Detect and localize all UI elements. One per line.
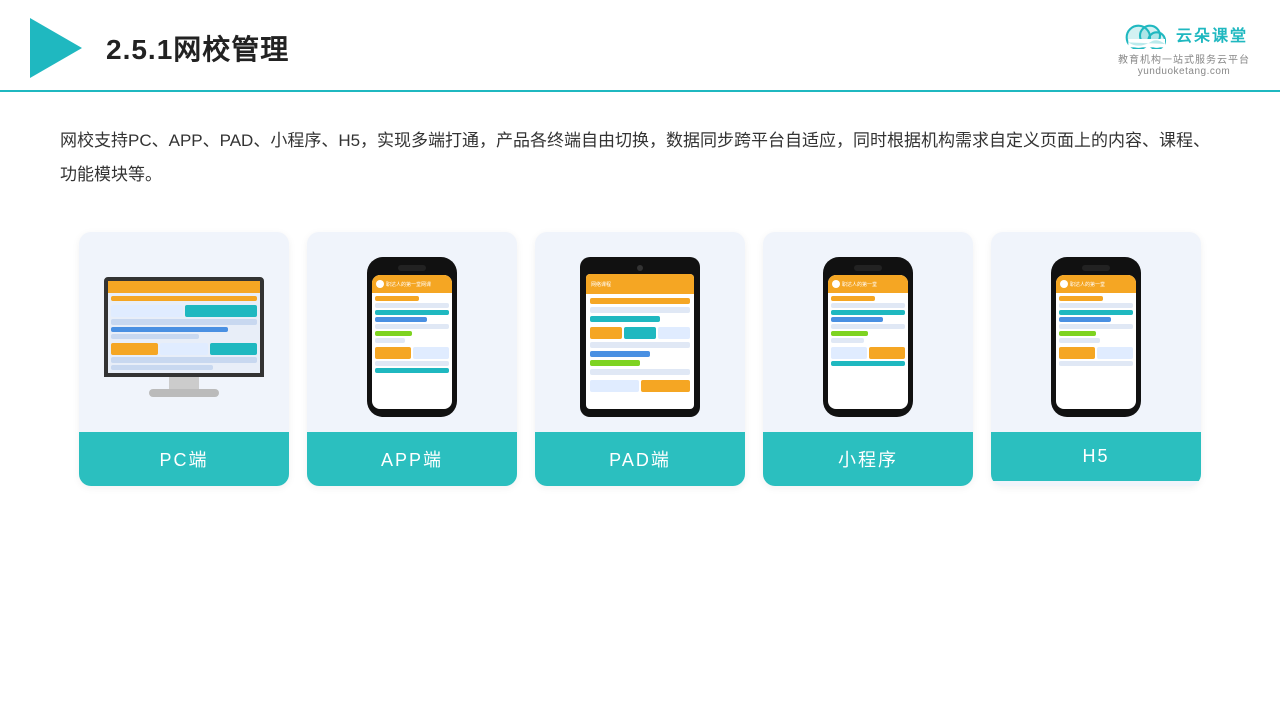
header: 2.5.1网校管理 云朵课堂 教育机构一站式服务云平台 yunduoketang…: [0, 0, 1280, 92]
logo-triangle-icon: [30, 18, 82, 78]
description-text: 网校支持PC、APP、PAD、小程序、H5，实现多端打通，产品各终端自由切换，数…: [0, 92, 1280, 212]
pad-tablet-icon: 网络课程: [580, 257, 700, 417]
card-h5: 职达人的第一堂: [991, 232, 1201, 486]
brand-name: 云朵课堂: [1176, 22, 1248, 46]
card-h5-label: H5: [991, 432, 1201, 481]
description-content: 网校支持PC、APP、PAD、小程序、H5，实现多端打通，产品各终端自由切换，数…: [60, 131, 1210, 184]
card-pad-image: 网络课程: [535, 232, 745, 432]
miniprogram-phone-icon: 职达人的第一堂: [823, 257, 913, 417]
brand-subtitle: 教育机构一站式服务云平台: [1118, 51, 1250, 66]
card-pc-image: [79, 232, 289, 432]
card-pc-label: PC端: [79, 432, 289, 486]
card-pad: 网络课程: [535, 232, 745, 486]
cloud-icon: [1120, 19, 1170, 49]
card-miniprogram-label: 小程序: [763, 432, 973, 486]
card-app-label: APP端: [307, 432, 517, 486]
h5-phone-icon: 职达人的第一堂: [1051, 257, 1141, 417]
card-miniprogram-image: 职达人的第一堂: [763, 232, 973, 432]
brand-url: yunduoketang.com: [1138, 66, 1231, 77]
card-app: 职达人的第一堂网课: [307, 232, 517, 486]
card-miniprogram: 职达人的第一堂: [763, 232, 973, 486]
card-app-image: 职达人的第一堂网课: [307, 232, 517, 432]
header-left: 2.5.1网校管理: [30, 18, 289, 78]
card-pc: PC端: [79, 232, 289, 486]
cloud-logo: 云朵课堂: [1120, 19, 1248, 49]
card-h5-image: 职达人的第一堂: [991, 232, 1201, 432]
page-title: 2.5.1网校管理: [106, 28, 289, 68]
card-pad-label: PAD端: [535, 432, 745, 486]
app-phone-icon: 职达人的第一堂网课: [367, 257, 457, 417]
header-right: 云朵课堂 教育机构一站式服务云平台 yunduoketang.com: [1118, 19, 1250, 77]
pc-monitor-icon: [104, 277, 264, 397]
cards-section: PC端 职达人的第一堂网课: [0, 212, 1280, 516]
